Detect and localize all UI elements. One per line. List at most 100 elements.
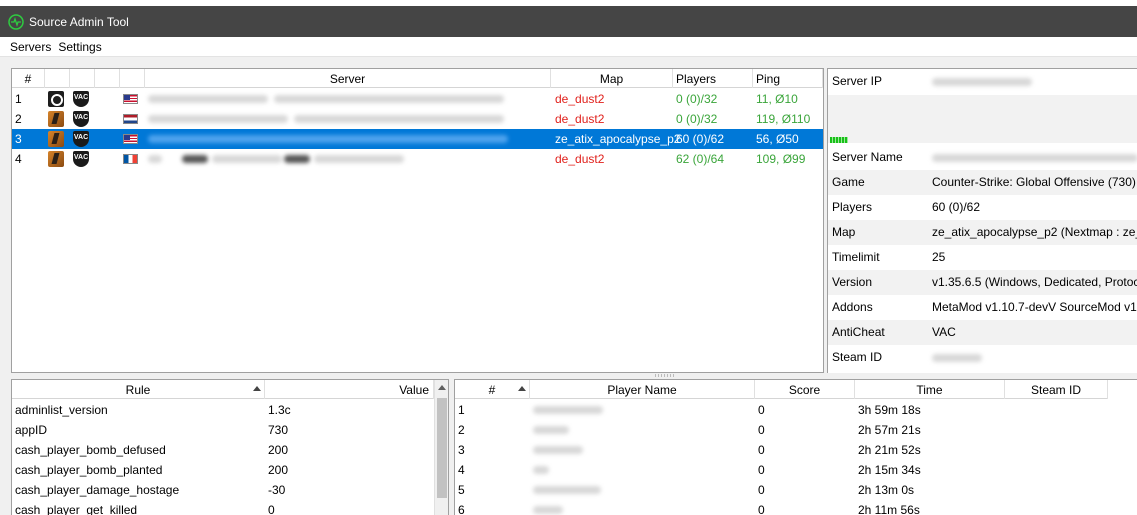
app-logo-icon bbox=[8, 13, 24, 30]
server-number: 2 bbox=[15, 112, 22, 126]
server-row-selected[interactable]: 3 VAC ze_atix_apocalypse_p2 60 (0)/62 56… bbox=[12, 129, 823, 149]
server-list-table[interactable]: # Server Map Players Ping 1 VAC de_dust2… bbox=[11, 68, 824, 373]
players-table[interactable]: # Player Name Score Time Steam ID 1 0 3h… bbox=[454, 379, 1137, 515]
info-value: 60 (0)/62 bbox=[932, 200, 981, 214]
server-name-redacted bbox=[932, 154, 1137, 162]
info-label: Version bbox=[832, 275, 873, 289]
player-name-redacted bbox=[533, 426, 569, 434]
player-score: 0 bbox=[758, 483, 765, 497]
player-name-redacted bbox=[533, 486, 601, 494]
info-row-version: Version v1.35.6.5 (Windows, Dedicated, P… bbox=[828, 270, 1137, 295]
info-row-map: Map ze_atix_apocalypse_p2 (Nextmap : ze_… bbox=[828, 220, 1137, 245]
player-row[interactable]: 4 0 2h 15m 34s bbox=[455, 460, 1137, 480]
server-row[interactable]: 4 VAC de_dust2 62 (0)/64 109, Ø99 bbox=[12, 149, 823, 169]
vac-shield-icon: VAC bbox=[73, 91, 89, 107]
players-header: # Player Name Score Time Steam ID bbox=[455, 380, 1108, 399]
rule-row[interactable]: cash_player_damage_hostage -30 bbox=[12, 480, 434, 500]
player-number: 2 bbox=[458, 423, 465, 437]
rules-scrollbar[interactable] bbox=[434, 380, 448, 515]
player-row[interactable]: 2 0 2h 57m 21s bbox=[455, 420, 1137, 440]
player-number: 4 bbox=[458, 463, 465, 477]
player-name-redacted bbox=[533, 466, 549, 474]
col-ping-header[interactable]: Ping bbox=[753, 69, 823, 88]
server-map: ze_atix_apocalypse_p2 bbox=[555, 132, 681, 146]
col-value-header[interactable]: Value bbox=[265, 380, 434, 399]
player-time: 2h 57m 21s bbox=[858, 423, 921, 437]
player-row[interactable]: 1 0 3h 59m 18s bbox=[455, 400, 1137, 420]
ping-graph bbox=[830, 137, 848, 143]
rule-value: 200 bbox=[268, 463, 289, 477]
rule-row[interactable]: adminlist_version 1.3c bbox=[12, 400, 434, 420]
rule-name: cash_player_damage_hostage bbox=[15, 483, 180, 497]
window-title: Source Admin Tool bbox=[29, 14, 129, 29]
col-steam-id-header[interactable]: Steam ID bbox=[1005, 380, 1108, 399]
player-number: 3 bbox=[458, 443, 465, 457]
info-label: Players bbox=[832, 200, 873, 214]
info-label: Game bbox=[832, 175, 865, 189]
col-map-header[interactable]: Map bbox=[551, 69, 673, 88]
scrollbar-thumb[interactable] bbox=[437, 398, 447, 498]
server-name-redacted bbox=[314, 155, 404, 163]
rule-row[interactable]: cash_player_get_killed 0 bbox=[12, 500, 434, 515]
col-country-header[interactable] bbox=[120, 69, 145, 88]
col-server-header[interactable]: Server bbox=[145, 69, 551, 88]
rule-row[interactable]: appID 730 bbox=[12, 420, 434, 440]
player-score: 0 bbox=[758, 463, 765, 477]
info-row-server-name: Server Name bbox=[828, 145, 1137, 170]
player-score: 0 bbox=[758, 423, 765, 437]
player-score: 0 bbox=[758, 503, 765, 515]
col-rule-header[interactable]: Rule bbox=[12, 380, 265, 399]
col-number-header[interactable]: # bbox=[12, 69, 45, 88]
server-map: de_dust2 bbox=[555, 152, 605, 166]
server-number: 3 bbox=[15, 132, 22, 146]
col-player-name-header[interactable]: Player Name bbox=[530, 380, 755, 399]
player-row[interactable]: 6 0 2h 11m 56s bbox=[455, 500, 1137, 515]
server-name-redacted bbox=[274, 95, 504, 103]
player-row[interactable]: 3 0 2h 21m 52s bbox=[455, 440, 1137, 460]
rule-name: appID bbox=[15, 423, 48, 437]
server-list-header: # Server Map Players Ping bbox=[12, 69, 823, 88]
server-banner bbox=[828, 95, 1137, 143]
server-row[interactable]: 2 VAC de_dust2 0 (0)/32 119, Ø110 bbox=[12, 109, 823, 129]
rule-name: cash_player_bomb_defused bbox=[15, 443, 166, 457]
rules-header: Rule Value bbox=[12, 380, 434, 399]
rules-table[interactable]: Rule Value adminlist_version 1.3c appID … bbox=[11, 379, 449, 515]
info-row-anticheat: AntiCheat VAC bbox=[828, 320, 1137, 345]
server-number: 1 bbox=[15, 92, 22, 106]
rule-name: adminlist_version bbox=[15, 403, 108, 417]
info-value: 25 bbox=[932, 250, 946, 264]
rule-row[interactable]: cash_player_bomb_planted 200 bbox=[12, 460, 434, 480]
col-game-header[interactable] bbox=[45, 69, 70, 88]
info-label: Steam ID bbox=[832, 350, 883, 364]
col-time-header[interactable]: Time bbox=[855, 380, 1005, 399]
server-ping: 11, Ø10 bbox=[756, 92, 798, 106]
col-lock-header[interactable] bbox=[95, 69, 120, 88]
horizontal-splitter[interactable] bbox=[655, 374, 675, 377]
server-players: 60 (0)/62 bbox=[676, 132, 725, 146]
player-time: 2h 13m 0s bbox=[858, 483, 915, 497]
server-players: 0 (0)/32 bbox=[676, 112, 718, 126]
server-name-redacted bbox=[212, 155, 282, 163]
server-name-redacted bbox=[148, 155, 162, 163]
server-ping: 56, Ø50 bbox=[756, 132, 799, 146]
player-row[interactable]: 5 0 2h 13m 0s bbox=[455, 480, 1137, 500]
player-number: 6 bbox=[458, 503, 465, 515]
col-players-header[interactable]: Players bbox=[673, 69, 753, 88]
menu-servers[interactable]: Servers bbox=[0, 40, 56, 54]
col-vac-header[interactable] bbox=[70, 69, 95, 88]
player-score: 0 bbox=[758, 443, 765, 457]
menu-settings[interactable]: Settings bbox=[56, 40, 106, 54]
player-name-redacted bbox=[533, 406, 603, 414]
scroll-up-icon[interactable] bbox=[438, 385, 446, 390]
menu-bar: Servers Settings bbox=[0, 37, 1137, 57]
server-map: de_dust2 bbox=[555, 112, 605, 126]
server-row[interactable]: 1 VAC de_dust2 0 (0)/32 11, Ø10 bbox=[12, 89, 823, 109]
info-label: Timelimit bbox=[832, 250, 880, 264]
info-row-addons: Addons MetaMod v1.10.7-devV SourceMod v1 bbox=[828, 295, 1137, 320]
col-score-header[interactable]: Score bbox=[755, 380, 855, 399]
title-bar: Source Admin Tool bbox=[0, 6, 1137, 37]
rule-row[interactable]: cash_player_bomb_defused 200 bbox=[12, 440, 434, 460]
server-ping: 119, Ø110 bbox=[756, 112, 811, 126]
player-score: 0 bbox=[758, 403, 765, 417]
player-name-redacted bbox=[533, 506, 563, 514]
